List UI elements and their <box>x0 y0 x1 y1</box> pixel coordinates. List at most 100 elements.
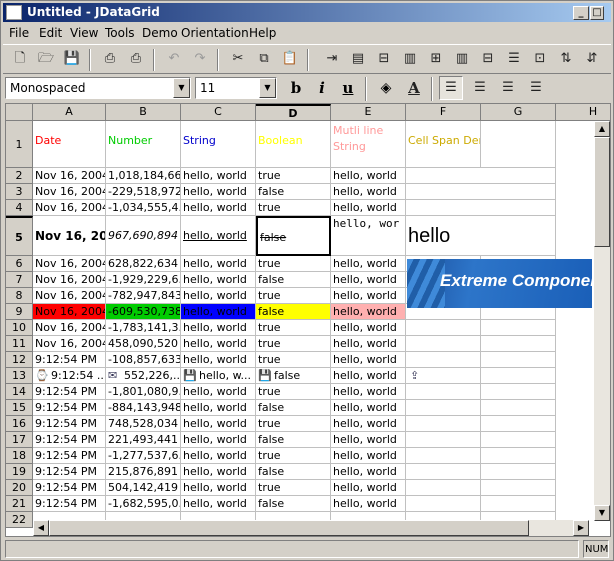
vertical-scroll-thumb[interactable] <box>594 137 610 247</box>
vertical-scrollbar[interactable]: ▲ ▼ <box>594 121 610 521</box>
column-header-d[interactable]: D <box>256 104 331 121</box>
table-cell[interactable]: hello, world <box>181 448 256 464</box>
column-header-a[interactable]: A <box>33 104 106 121</box>
table-cell[interactable]: true <box>256 320 331 336</box>
row-header-14[interactable]: 14 <box>6 384 33 400</box>
table-cell[interactable]: Nov 16, 2004 <box>33 304 106 320</box>
span-cell[interactable]: hello <box>406 216 556 256</box>
table-cell[interactable]: 628,822,634 <box>106 256 181 272</box>
row-height-icon[interactable]: ☰ <box>503 48 525 70</box>
corner-header[interactable] <box>6 104 33 121</box>
column-width-icon[interactable]: ⊡ <box>529 48 551 70</box>
header-cell[interactable]: Number <box>106 121 181 168</box>
header-cell[interactable]: Cell Span Demo <box>406 121 481 168</box>
table-cell[interactable]: hello, world <box>331 200 406 216</box>
empty-cell[interactable] <box>406 400 481 416</box>
copy-icon[interactable]: ⧉ <box>253 48 275 70</box>
close-button[interactable] <box>605 6 611 20</box>
scroll-right-icon[interactable]: ▶ <box>573 520 589 536</box>
table-cell[interactable]: 458,090,520 <box>106 336 181 352</box>
table-cell[interactable]: Nov 16, 2004 <box>33 256 106 272</box>
table-cell[interactable]: -782,947,843 <box>106 288 181 304</box>
column-header-f[interactable]: F <box>406 104 481 121</box>
empty-cell[interactable] <box>406 184 556 200</box>
align-columns-icon[interactable]: ⊟ <box>477 48 499 70</box>
empty-cell[interactable] <box>406 384 481 400</box>
scroll-down-icon[interactable]: ▼ <box>594 505 610 521</box>
menu-view[interactable]: View <box>70 26 98 40</box>
insert-column-icon[interactable]: ▥ <box>399 48 421 70</box>
header-cell[interactable]: Boolean <box>256 121 331 168</box>
empty-cell[interactable] <box>406 352 481 368</box>
table-cell[interactable]: 1,018,184,665 <box>106 168 181 184</box>
table-cell[interactable]: hello, world <box>331 368 406 384</box>
chevron-down-icon[interactable]: ▼ <box>259 78 276 98</box>
empty-cell[interactable] <box>406 168 556 184</box>
data-grid[interactable]: ABCDEFGH 1 2 3 4 5 6 7 8 9 10 11 12 13 14 15 16 17 18 19 20… <box>5 103 611 537</box>
row-header-21[interactable]: 21 <box>6 496 33 512</box>
table-cell[interactable]: false <box>256 432 331 448</box>
menu-tools[interactable]: Tools <box>105 26 135 40</box>
empty-cell[interactable] <box>481 121 556 168</box>
font-color-button[interactable]: A <box>403 77 425 99</box>
table-cell[interactable]: false <box>256 184 331 200</box>
row-header-9[interactable]: 9 <box>6 304 33 320</box>
table-cell[interactable]: true <box>256 384 331 400</box>
table-cell[interactable]: hello, world <box>331 304 406 320</box>
table-cell[interactable]: hello, world <box>181 336 256 352</box>
empty-cell[interactable] <box>481 352 556 368</box>
fill-color-icon[interactable]: ◈ <box>375 77 397 99</box>
table-cell[interactable]: hello, world <box>331 184 406 200</box>
empty-cell[interactable] <box>406 496 481 512</box>
align-justify-icon[interactable]: ☰ <box>525 77 547 99</box>
maximize-button[interactable]: □ <box>590 6 604 20</box>
row-header-13[interactable]: 13 <box>6 368 33 384</box>
table-cell[interactable]: hello, world <box>181 168 256 184</box>
align-right-icon[interactable]: ☰ <box>497 77 519 99</box>
table-cell[interactable]: 215,876,891 <box>106 464 181 480</box>
table-cell[interactable]: hello, world <box>181 288 256 304</box>
table-cell[interactable]: hello, wor <box>331 216 406 256</box>
empty-cell[interactable] <box>481 400 556 416</box>
table-cell[interactable]: hello, world <box>181 184 256 200</box>
row-header-11[interactable]: 11 <box>6 336 33 352</box>
row-header-4[interactable]: 4 <box>6 200 33 216</box>
table-cell[interactable]: hello, world <box>181 416 256 432</box>
table-cell[interactable]: hello, world <box>331 336 406 352</box>
menu-demo[interactable]: Demo <box>142 26 178 40</box>
table-cell[interactable]: true <box>256 416 331 432</box>
table-cell[interactable]: hello, world <box>331 448 406 464</box>
empty-cell[interactable] <box>406 480 481 496</box>
minimize-button[interactable]: _ <box>573 6 589 20</box>
table-cell[interactable]: 9:12:54 PM <box>33 352 106 368</box>
horizontal-scroll-thumb[interactable] <box>49 520 529 536</box>
undo-icon[interactable]: ↶ <box>163 48 185 70</box>
empty-cell[interactable] <box>481 336 556 352</box>
sort-ascending-icon[interactable]: ⇅ <box>555 48 577 70</box>
row-header-18[interactable]: 18 <box>6 448 33 464</box>
table-cell[interactable]: Nov 16, 2004 <box>33 184 106 200</box>
table-cell[interactable]: false <box>256 496 331 512</box>
empty-cell[interactable] <box>406 448 481 464</box>
table-cell[interactable]: -1,801,080,9... <box>106 384 181 400</box>
table-cell[interactable]: Nov 16, 2004 <box>33 200 106 216</box>
table-cell[interactable]: Nov 16, 2004 <box>33 168 106 184</box>
table-cell[interactable]: hello, world <box>181 400 256 416</box>
table-cell[interactable]: 552,226,... <box>106 368 181 384</box>
row-header-5[interactable]: 5 <box>6 216 33 256</box>
column-header-b[interactable]: B <box>106 104 181 121</box>
print-preview-icon[interactable]: ⎙ <box>125 48 147 70</box>
table-cell[interactable]: 9:12:54 PM <box>33 400 106 416</box>
empty-cell[interactable] <box>406 464 481 480</box>
table-cell[interactable]: hello, world <box>331 320 406 336</box>
table-cell[interactable]: true <box>256 288 331 304</box>
table-cell[interactable]: 9:12:54 PM <box>33 416 106 432</box>
chevron-down-icon[interactable]: ▼ <box>173 78 190 98</box>
scroll-left-icon[interactable]: ◀ <box>33 520 49 536</box>
table-cell[interactable]: hello, world <box>181 272 256 288</box>
table-cell[interactable]: hello, world <box>331 416 406 432</box>
table-cell[interactable]: Nov 16, 2004 <box>33 320 106 336</box>
delete-row-icon[interactable]: ▤ <box>347 48 369 70</box>
empty-cell[interactable] <box>406 336 481 352</box>
table-cell[interactable]: hello, world <box>331 272 406 288</box>
